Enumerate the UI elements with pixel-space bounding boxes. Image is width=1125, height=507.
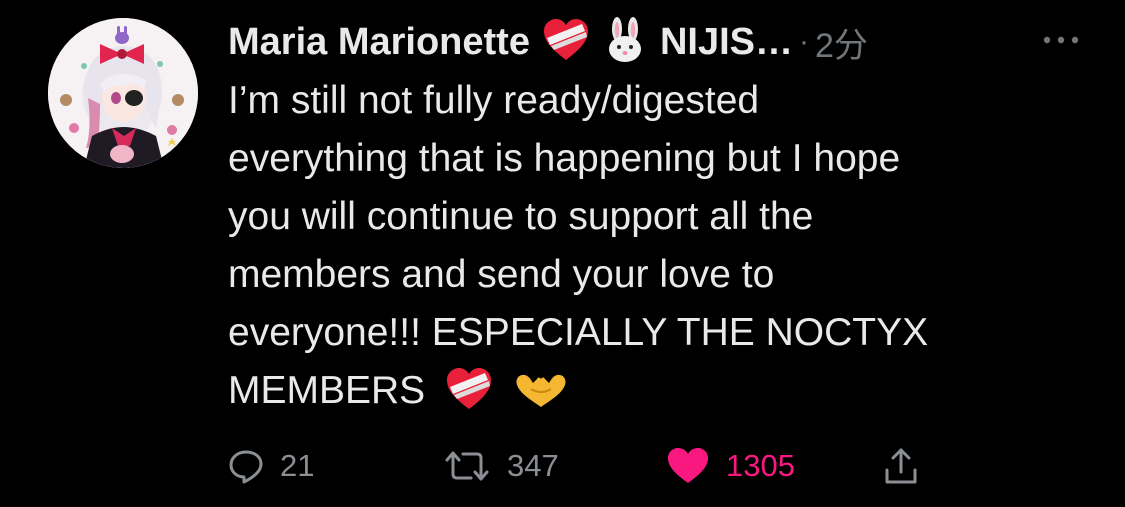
like-count: 1305 — [726, 448, 795, 483]
tweet-text: I’m still not fully ready/digested every… — [228, 72, 1048, 420]
retweet-icon — [445, 451, 489, 481]
like-button[interactable]: 1305 — [666, 440, 795, 492]
tweet-text-line: everyone!!! ESPECIALLY THE NOCTYX — [228, 311, 929, 354]
mending-heart-icon — [444, 367, 494, 428]
tweet-card[interactable]: Maria Marionette NIJIS… · 2分 I’m still n… — [0, 0, 1125, 507]
share-button[interactable] — [883, 440, 919, 492]
timestamp[interactable]: 2分 — [815, 18, 868, 67]
avatar-image — [48, 18, 198, 168]
tweet-actions: 21 347 1305 — [228, 440, 988, 492]
tweet-header: Maria Marionette NIJIS… · 2分 — [228, 14, 1085, 70]
tweet-text-line: everything that is happening but I hope — [228, 137, 901, 180]
reply-icon — [229, 450, 263, 484]
avatar[interactable] — [48, 18, 198, 168]
tweet-text-line: MEMBERS — [228, 369, 426, 412]
author-handle[interactable]: NIJIS… — [660, 21, 793, 64]
separator-dot: · — [799, 25, 810, 58]
tweet-text-line: I’m still not fully ready/digested — [228, 79, 760, 122]
tweet-text-line: members and send your love to — [228, 253, 775, 296]
heart-hands-icon — [513, 370, 569, 428]
more-icon — [1043, 36, 1079, 44]
tweet-text-last-line: MEMBERS — [228, 362, 1048, 420]
mending-heart-icon — [542, 18, 590, 67]
heart-filled-icon — [668, 448, 708, 483]
retweet-button[interactable]: 347 — [443, 440, 559, 492]
rabbit-face-icon — [602, 16, 648, 68]
more-options-button[interactable] — [1037, 22, 1085, 58]
reply-count: 21 — [280, 448, 315, 483]
reply-button[interactable]: 21 — [228, 440, 314, 492]
share-icon — [885, 448, 917, 484]
author-name[interactable]: Maria Marionette — [228, 21, 530, 64]
retweet-count: 347 — [507, 448, 559, 483]
tweet-text-line: you will continue to support all the — [228, 195, 814, 238]
